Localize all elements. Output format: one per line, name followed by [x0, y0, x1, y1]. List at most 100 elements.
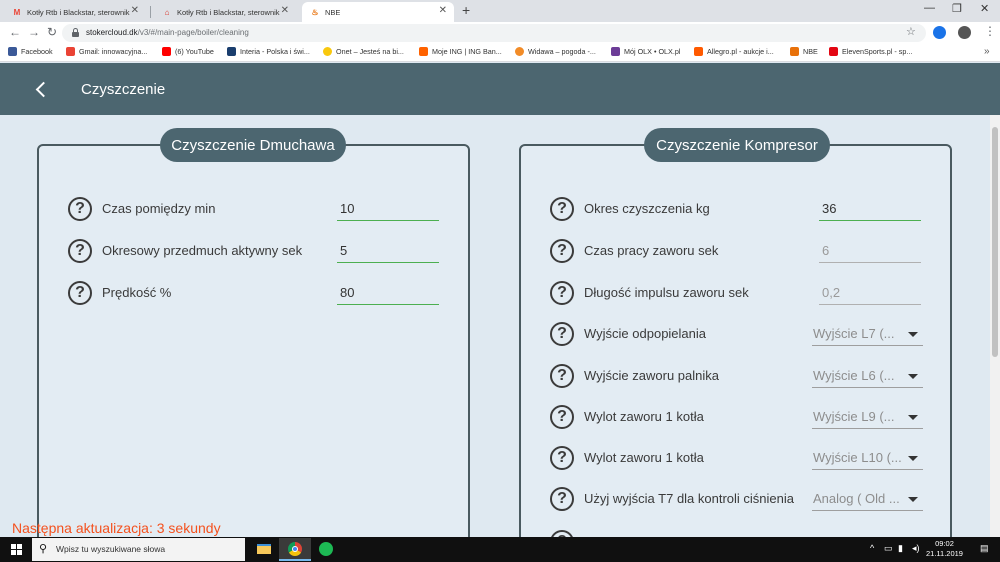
maximize-icon[interactable]: ❐	[952, 2, 962, 15]
ash-output-select[interactable]: Wyjście L7 (...	[812, 324, 923, 346]
bookmark-label: Allegro.pl - aukcje i...	[707, 47, 774, 56]
chrome-taskbar-icon[interactable]	[279, 538, 311, 561]
help-question-icon[interactable]: ?	[550, 281, 574, 305]
close-tab-icon[interactable]: ✕	[439, 5, 447, 16]
periodic-blow-input[interactable]: 5	[337, 241, 439, 263]
bookmark-item[interactable]: Widawa – pogoda -...	[515, 47, 596, 56]
gmail-icon: M	[13, 7, 21, 17]
bookmark-item[interactable]: ElevenSports.pl - sp...	[829, 47, 912, 56]
setting-label: Wylot zaworu 1 kotła	[584, 409, 704, 424]
setting-label: Prędkość %	[102, 285, 172, 300]
help-question-icon[interactable]: ?	[68, 197, 92, 221]
back-arrow-icon[interactable]: ←	[9, 25, 21, 39]
volume-icon[interactable]: ◂)	[912, 543, 920, 554]
cleaning-period-input[interactable]: 36	[819, 199, 921, 221]
menu-dots-icon[interactable]: ⋮	[984, 24, 996, 38]
notifications-icon[interactable]: ▤	[980, 543, 989, 554]
help-question-icon[interactable]: ?	[550, 197, 574, 221]
taskbar-search-input[interactable]: ⚲ Wpisz tu wyszukiwane słowa	[32, 538, 245, 561]
help-question-icon[interactable]: ?	[68, 239, 92, 263]
back-chevron-icon[interactable]	[34, 79, 48, 99]
battery-icon[interactable]: ▮	[898, 543, 903, 554]
bookmark-item[interactable]: Mój OLX • OLX.pl	[611, 47, 680, 56]
bookmark-item[interactable]: (6) YouTube	[162, 47, 214, 56]
file-explorer-icon[interactable]	[248, 538, 280, 561]
browser-tab-3[interactable]: ♨ NBE ✕	[302, 2, 454, 22]
help-question-icon[interactable]: ?	[68, 281, 92, 305]
spotify-taskbar-icon[interactable]	[310, 538, 342, 561]
blower-cleaning-panel: Czyszczenie Dmuchawa ? Czas pomiędzy min…	[37, 128, 470, 537]
help-question-icon[interactable]: ?	[550, 487, 574, 511]
help-question-icon[interactable]: ?	[550, 364, 574, 388]
minimize-icon[interactable]: —	[924, 2, 935, 14]
setting-label: Użyj wyjścia T7 dla kontroli ciśnienia	[584, 491, 795, 506]
boiler-valve-2-select[interactable]: Wyjście L10 (...	[812, 448, 923, 470]
network-icon[interactable]: ▭	[884, 543, 893, 554]
valve-runtime-input[interactable]: 6	[819, 241, 921, 263]
bookmark-item[interactable]: Allegro.pl - aukcje i...	[694, 47, 774, 56]
setting-row-partial: ?	[550, 530, 930, 537]
select-value: Wyjście L6 (...	[813, 368, 895, 383]
olx-icon	[611, 47, 620, 56]
bookmark-label: NBE	[803, 47, 818, 56]
setting-label: Wyjście zaworu palnika	[584, 368, 719, 383]
pressure-control-select[interactable]: Analog ( Old ...	[812, 489, 923, 511]
dropdown-caret-icon	[908, 415, 918, 420]
browser-tab-2[interactable]: ⌂ Kotły Rtb i Blackstar, sterownik w ✕	[154, 2, 296, 22]
setting-label: Okres czyszczenia kg	[584, 201, 710, 216]
search-icon: ⚲	[39, 543, 48, 555]
dropdown-caret-icon	[908, 456, 918, 461]
compressor-cleaning-panel: Czyszczenie Kompresor ? Okres czyszczeni…	[519, 128, 952, 537]
dropdown-caret-icon	[908, 332, 918, 337]
extension-icon[interactable]	[933, 26, 946, 39]
browser-tab-bar: M Kotły Rtb i Blackstar, sterownik w ✕ ⌂…	[0, 0, 1000, 22]
browser-tab-1[interactable]: M Kotły Rtb i Blackstar, sterownik w ✕	[4, 2, 146, 22]
search-placeholder: Wpisz tu wyszukiwane słowa	[56, 544, 166, 554]
reload-icon[interactable]: ↻	[47, 25, 57, 39]
blower-speed-input[interactable]: 80	[337, 283, 439, 305]
bookmark-star-icon[interactable]: ☆	[906, 25, 916, 38]
bookmarks-overflow-icon[interactable]: »	[984, 46, 990, 57]
chrome-center	[292, 546, 298, 552]
taskbar-clock[interactable]: 09:02 21.11.2019	[926, 539, 963, 559]
new-tab-icon[interactable]: +	[462, 2, 470, 18]
dropdown-caret-icon	[908, 497, 918, 502]
ing-icon	[419, 47, 428, 56]
close-tab-icon[interactable]: ✕	[131, 5, 139, 16]
setting-row: ? Wyjście odpopielania Wyjście L7 (...	[550, 322, 930, 352]
setting-row: ? Wylot zaworu 1 kotła Wyjście L10 (...	[550, 446, 930, 476]
help-question-icon[interactable]: ?	[550, 530, 574, 537]
valve-pulse-input[interactable]: 0,2	[819, 283, 921, 305]
bookmark-item[interactable]: Moje ING | ING Ban...	[419, 47, 502, 56]
windows-taskbar: ⚲ Wpisz tu wyszukiwane słowa ^ ▭ ▮ ◂) 09…	[0, 537, 1000, 562]
spotify-icon	[319, 542, 333, 556]
scrollbar-thumb[interactable]	[992, 127, 998, 357]
close-tab-icon[interactable]: ✕	[281, 5, 289, 16]
bookmark-item[interactable]: Interia - Polska i świ...	[227, 47, 310, 56]
tray-chevron-icon[interactable]: ^	[870, 543, 874, 553]
setting-row: ? Prędkość % 80	[68, 281, 448, 311]
forward-arrow-icon[interactable]: →	[28, 25, 40, 39]
nbe-flame-icon	[790, 47, 799, 56]
page-scrollbar[interactable]	[990, 115, 1000, 537]
help-question-icon[interactable]: ?	[550, 405, 574, 429]
bookmark-item[interactable]: Facebook	[8, 47, 53, 56]
boiler-valve-1-select[interactable]: Wyjście L9 (...	[812, 407, 923, 429]
clock-time: 09:02	[935, 539, 954, 548]
bookmark-label: Facebook	[21, 47, 53, 56]
address-bar[interactable]: stokercloud.dk/v3/#/main-page/boiler/cle…	[62, 24, 926, 42]
bookmark-label: Mój OLX • OLX.pl	[624, 47, 681, 56]
profile-avatar-icon[interactable]	[958, 26, 971, 39]
next-update-status: Następna aktualizacja: 3 sekundy	[12, 520, 221, 536]
blower-interval-input[interactable]: 10	[337, 199, 439, 221]
bookmark-item[interactable]: NBE	[790, 47, 818, 56]
bookmark-item[interactable]: Onet – Jesteś na bi...	[323, 47, 404, 56]
help-question-icon[interactable]: ?	[550, 239, 574, 263]
help-question-icon[interactable]: ?	[550, 446, 574, 470]
bookmark-item[interactable]: Gmail: innowacyjna...	[66, 47, 147, 56]
help-question-icon[interactable]: ?	[550, 322, 574, 346]
burner-valve-select[interactable]: Wyjście L6 (...	[812, 366, 923, 388]
close-window-icon[interactable]: ✕	[980, 2, 989, 15]
windows-start-icon[interactable]	[11, 544, 22, 555]
nbe-flame-icon: ♨	[311, 7, 319, 17]
